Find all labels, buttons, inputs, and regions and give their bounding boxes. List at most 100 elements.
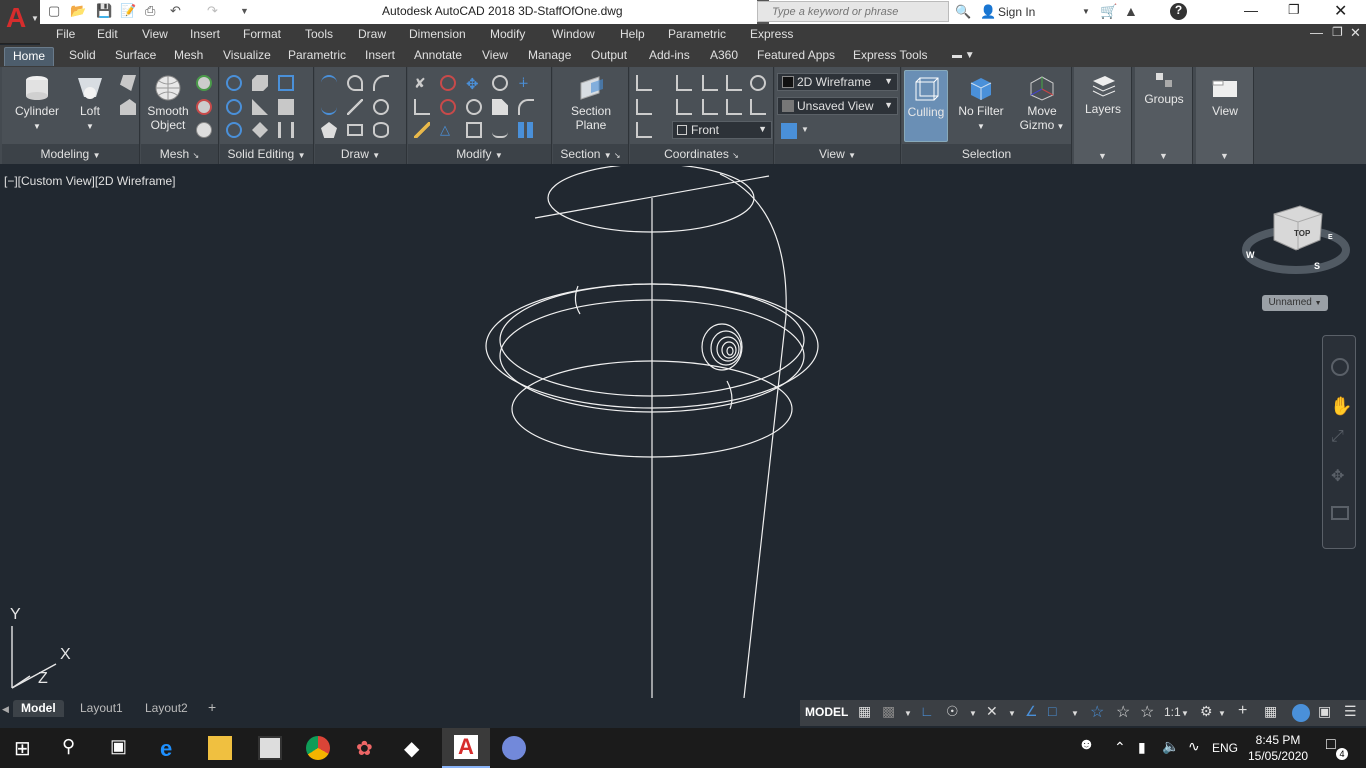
- hardware-acceleration-icon[interactable]: [1292, 704, 1310, 722]
- snap-dropdown-icon[interactable]: ▼: [904, 709, 912, 718]
- polar-dropdown-icon[interactable]: ▼: [969, 709, 977, 718]
- culling-button[interactable]: Culling: [904, 70, 948, 142]
- paint-app-icon[interactable]: ✿: [356, 736, 380, 760]
- ucs-zaxis-icon[interactable]: [726, 99, 742, 115]
- scale-dropdown-icon[interactable]: ▼: [1181, 709, 1189, 718]
- scale-icon[interactable]: [466, 122, 482, 138]
- no-filter-button[interactable]: No Filter ▼: [952, 75, 1010, 134]
- groups-expand-icon[interactable]: ▼: [1159, 151, 1168, 161]
- qat-dropdown-icon[interactable]: ▼: [240, 6, 249, 24]
- arc-icon[interactable]: [373, 75, 389, 91]
- polyline-icon[interactable]: [321, 75, 337, 91]
- layers-button[interactable]: Layers: [1076, 73, 1130, 116]
- view-direction-dropdown[interactable]: Front ▼: [672, 121, 772, 139]
- language-indicator[interactable]: ENG: [1212, 741, 1238, 755]
- cart-icon[interactable]: 🛒: [1100, 3, 1117, 20]
- object-snap-icon[interactable]: □: [1048, 703, 1056, 719]
- smooth-object-button[interactable]: Smooth Object: [143, 75, 193, 132]
- annotation-scale-icon[interactable]: ☆: [1140, 702, 1154, 722]
- showmotion-icon[interactable]: [1331, 506, 1349, 520]
- subtract-icon[interactable]: [226, 99, 242, 115]
- ucs-origin-icon[interactable]: [636, 99, 652, 115]
- snap-icon[interactable]: ▩: [882, 703, 895, 720]
- named-view-dropdown[interactable]: Unsaved View ▼: [777, 97, 898, 115]
- steering-wheel-icon[interactable]: [1331, 358, 1349, 376]
- fillet-icon[interactable]: [414, 99, 430, 115]
- ucs-menu[interactable]: Unnamed ▼: [1262, 295, 1328, 311]
- autodesk-app-icon[interactable]: ▲: [1124, 3, 1138, 19]
- osnap-dropdown-icon[interactable]: ▼: [1071, 709, 1079, 718]
- tab-visualize[interactable]: Visualize: [223, 48, 271, 62]
- break-icon[interactable]: ∔: [518, 75, 534, 91]
- isodraft-icon[interactable]: ✕: [986, 703, 998, 720]
- section-plane-button[interactable]: Section Plane: [561, 75, 621, 132]
- battery-icon[interactable]: ▮: [1138, 739, 1162, 763]
- menu-express[interactable]: Express: [750, 27, 793, 41]
- menu-modify[interactable]: Modify: [490, 27, 525, 41]
- viewcube-top-label[interactable]: TOP: [1294, 229, 1310, 238]
- tab-manage[interactable]: Manage: [528, 48, 571, 62]
- line-icon[interactable]: [347, 99, 363, 115]
- viewport-config-icon[interactable]: [781, 123, 797, 139]
- panel-label-mesh[interactable]: Mesh ↘: [141, 144, 218, 164]
- tab-insert[interactable]: Insert: [365, 48, 395, 62]
- tab-output[interactable]: Output: [591, 48, 627, 62]
- presspull-icon[interactable]: [120, 99, 136, 115]
- mesh-smooth-less-icon[interactable]: [196, 99, 212, 115]
- task-view-icon[interactable]: ▣: [110, 736, 134, 760]
- polygon-icon[interactable]: [321, 122, 337, 138]
- annotation-visibility-icon[interactable]: ☆: [1090, 702, 1104, 722]
- compass-s-label[interactable]: S: [1314, 261, 1320, 271]
- mesh-refine-icon[interactable]: [196, 122, 212, 138]
- help-icon[interactable]: ?: [1170, 3, 1187, 20]
- fillet-edge-icon[interactable]: [518, 99, 534, 115]
- polar-icon[interactable]: ☉: [946, 703, 959, 720]
- compass-w-label[interactable]: W: [1246, 250, 1255, 260]
- search-icon[interactable]: ⚲: [62, 736, 86, 760]
- ellipse-icon[interactable]: [373, 122, 389, 138]
- array-icon[interactable]: [492, 75, 508, 91]
- array-rect-icon[interactable]: [518, 122, 534, 138]
- panel-label-view[interactable]: View ▼: [775, 144, 900, 164]
- union-icon[interactable]: [226, 75, 242, 91]
- sign-in-link[interactable]: Sign In: [998, 5, 1035, 19]
- ribbon-options-icon[interactable]: ▬ ▼: [952, 50, 975, 61]
- tab-featured-apps[interactable]: Featured Apps: [757, 48, 835, 62]
- panel-label-selection[interactable]: Selection: [902, 144, 1071, 164]
- panel-label-solid-editing[interactable]: Solid Editing ▼: [220, 144, 313, 164]
- tab-parametric[interactable]: Parametric: [288, 48, 346, 62]
- menu-edit[interactable]: Edit: [97, 27, 118, 41]
- tab-express-tools[interactable]: Express Tools: [853, 48, 927, 62]
- rotate-icon[interactable]: [466, 99, 482, 115]
- grid-icon[interactable]: ▦: [858, 703, 871, 720]
- edge-browser-icon[interactable]: e: [160, 736, 184, 761]
- offset-icon[interactable]: [492, 99, 508, 115]
- windows-start-icon[interactable]: ⊞: [14, 736, 38, 760]
- tab-view[interactable]: View: [482, 48, 508, 62]
- save-as-icon[interactable]: 📝: [120, 3, 136, 21]
- move-gizmo-button[interactable]: Move Gizmo ▼: [1016, 75, 1068, 134]
- orbit-icon[interactable]: ✥: [1331, 466, 1344, 486]
- user-icon[interactable]: 👤: [980, 4, 996, 20]
- panel-label-modify[interactable]: Modify ▼: [408, 144, 551, 164]
- calculator-icon[interactable]: [258, 736, 282, 760]
- print-icon[interactable]: ⎙: [145, 3, 155, 21]
- ucs-3point-icon[interactable]: [702, 99, 718, 115]
- redo-icon[interactable]: ↷: [207, 3, 218, 21]
- zoom-extents-icon[interactable]: ⤢: [1331, 428, 1344, 446]
- mesh-smooth-more-icon[interactable]: [196, 75, 212, 91]
- align-icon[interactable]: △: [440, 122, 456, 138]
- application-menu-button[interactable]: A ▼: [0, 0, 40, 44]
- extrude-faces-icon[interactable]: [278, 75, 294, 91]
- tab-surface[interactable]: Surface: [115, 48, 156, 62]
- save-icon[interactable]: 💾: [96, 3, 112, 21]
- panel-label-coordinates[interactable]: Coordinates ↘: [630, 144, 773, 164]
- doc-close-icon[interactable]: ✕: [1350, 25, 1361, 41]
- slice-icon[interactable]: [252, 99, 268, 115]
- visual-style-dropdown[interactable]: 2D Wireframe ▼: [777, 73, 898, 91]
- tab-annotate[interactable]: Annotate: [414, 48, 462, 62]
- view-expand-icon[interactable]: ▼: [1220, 151, 1229, 161]
- thicken-icon[interactable]: [252, 122, 268, 138]
- intersect-icon[interactable]: [226, 122, 242, 138]
- ucs-x-icon[interactable]: [702, 75, 718, 91]
